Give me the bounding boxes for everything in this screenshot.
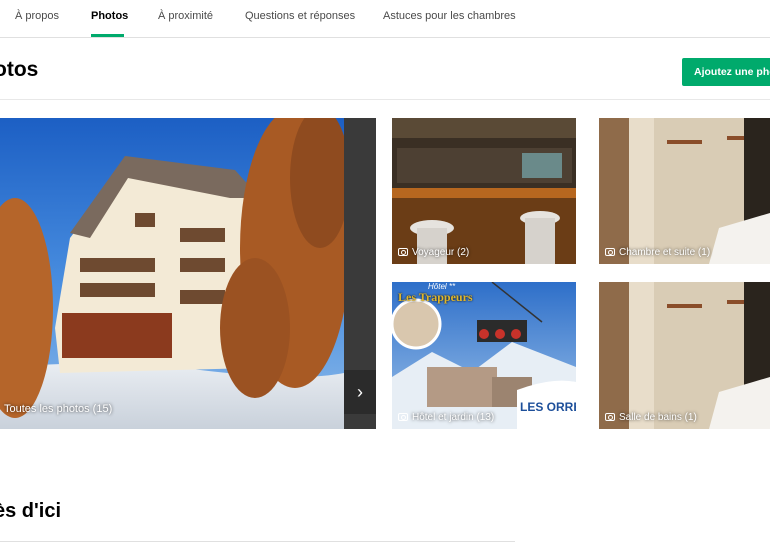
tab-a-propos[interactable]: À propos [15, 10, 59, 22]
photo-thumb-chambre[interactable]: Chambre et suite (1) [599, 118, 770, 264]
camera-icon [398, 248, 408, 256]
active-tab-indicator [91, 34, 124, 37]
camera-icon [605, 413, 615, 421]
thumb-caption: Hôtel et jardin (13) [398, 412, 494, 423]
resort-banner-text: LES ORRES [520, 400, 576, 414]
bar-image [392, 118, 576, 264]
thumb-caption: Voyageur (2) [398, 247, 469, 258]
hotel-exterior-image [0, 118, 344, 429]
section-divider [0, 99, 770, 100]
hotel-sign-text: Les Trappeurs [398, 290, 473, 304]
hotel-stars-text: Hôtel ** [428, 282, 456, 291]
add-photo-button[interactable]: Ajoutez une photo [682, 58, 770, 86]
camera-icon [605, 248, 615, 256]
thumb-caption: Chambre et suite (1) [605, 247, 710, 258]
bathroom-image [599, 282, 770, 429]
tab-astuces-chambres[interactable]: Astuces pour les chambres [383, 10, 516, 22]
nearby-section-title: ès d'ici [0, 500, 62, 522]
photo-thumb-hotel-jardin[interactable]: Les Trappeurs Hôtel ** LES ORRES Hôtel e… [392, 282, 576, 429]
tab-a-proximite[interactable]: À proximité [158, 10, 213, 22]
section-title: otos [0, 58, 39, 81]
tab-photos[interactable]: Photos [91, 10, 128, 22]
tab-bar: À propos Photos À proximité Questions et… [0, 0, 770, 38]
room-image [599, 118, 770, 264]
main-photo[interactable]: › Toutes les photos (15) [0, 118, 376, 429]
photo-thumb-salle-de-bains[interactable]: Salle de bains (1) [599, 282, 770, 429]
camera-icon [398, 413, 408, 421]
photo-thumb-voyageur[interactable]: Voyageur (2) [392, 118, 576, 264]
nearby-section-divider [0, 541, 515, 542]
tab-questions-reponses[interactable]: Questions et réponses [245, 10, 355, 22]
thumb-caption: Salle de bains (1) [605, 412, 697, 423]
chevron-right-icon[interactable]: › [344, 370, 376, 414]
main-photo-caption: Toutes les photos (15) [4, 403, 113, 415]
